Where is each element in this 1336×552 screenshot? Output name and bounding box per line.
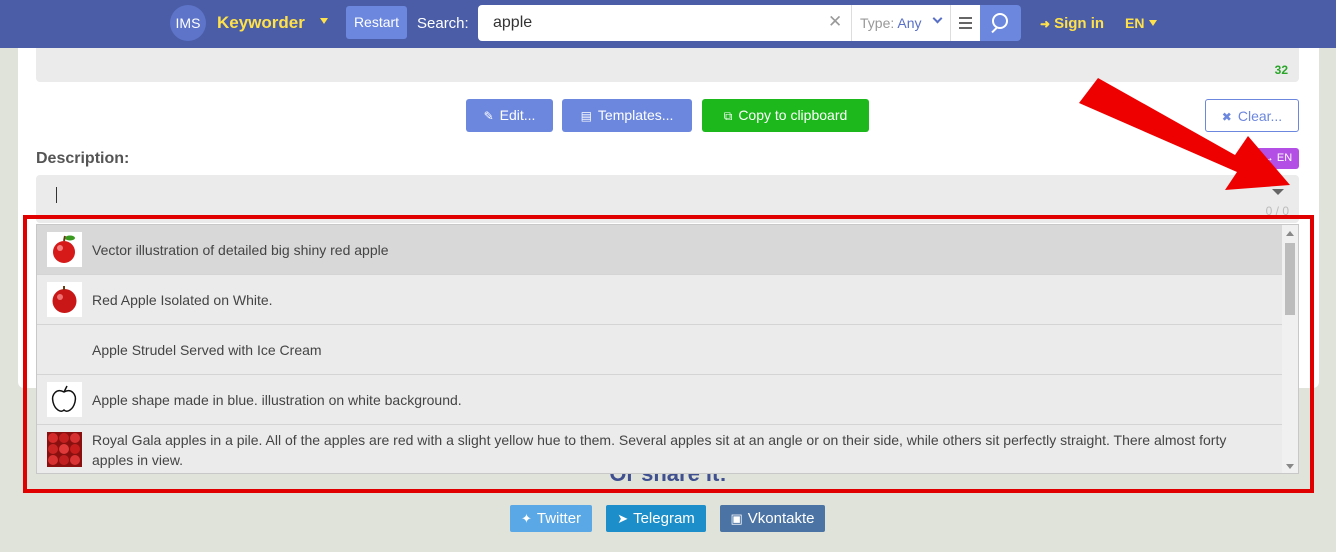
telegram-share-button[interactable]: ➤ Telegram bbox=[606, 505, 706, 532]
edit-label: Edit... bbox=[499, 107, 536, 123]
brand-caret-icon[interactable] bbox=[320, 18, 328, 24]
ims-logo[interactable]: IMS bbox=[170, 5, 206, 41]
keyword-count: 32 bbox=[1274, 63, 1288, 77]
twitter-icon: ✦ bbox=[520, 511, 532, 526]
hamburger-menu-button[interactable] bbox=[950, 5, 980, 41]
type-select[interactable]: Type: Any bbox=[851, 5, 950, 41]
clear-button[interactable]: ✖ Clear... bbox=[1205, 99, 1299, 132]
hamburger-icon bbox=[959, 17, 972, 19]
search-icon bbox=[992, 13, 1008, 29]
sign-in-icon: ➜ bbox=[1040, 17, 1051, 31]
vk-icon: ▣ bbox=[730, 511, 743, 526]
telegram-label: Telegram bbox=[633, 510, 695, 527]
templates-label: Templates... bbox=[597, 107, 674, 123]
highlight-box bbox=[23, 215, 1314, 493]
description-label: Description: bbox=[36, 150, 130, 167]
close-icon: ✖ bbox=[1221, 110, 1232, 124]
pencil-icon: ✎ bbox=[483, 109, 494, 123]
search-input[interactable] bbox=[493, 5, 813, 41]
type-value: Any bbox=[897, 15, 922, 31]
brand-keyworder[interactable]: Keyworder bbox=[217, 13, 305, 33]
twitter-label: Twitter bbox=[536, 510, 582, 527]
caret-down-icon bbox=[1149, 20, 1158, 26]
sign-in-label: Sign in bbox=[1054, 15, 1105, 32]
chevron-down-icon bbox=[932, 13, 943, 24]
copy-to-clipboard-button[interactable]: ⧉ Copy to clipboard bbox=[702, 99, 869, 132]
copy-label: Copy to clipboard bbox=[738, 107, 848, 123]
language-label: EN bbox=[1125, 15, 1145, 31]
search-box: ✕ bbox=[478, 5, 851, 41]
language-select[interactable]: EN bbox=[1125, 15, 1158, 31]
search-label: Search: bbox=[417, 15, 469, 32]
vkontakte-label: Vkontakte bbox=[747, 510, 815, 527]
sign-in-link[interactable]: ➜ Sign in bbox=[1040, 15, 1104, 32]
clear-label: Clear... bbox=[1237, 108, 1283, 124]
translate-to-en-button[interactable]: → EN bbox=[1256, 148, 1299, 169]
edit-button[interactable]: ✎ Edit... bbox=[466, 99, 553, 132]
restart-button[interactable]: Restart bbox=[346, 6, 407, 39]
top-navbar: IMS Keyworder Restart Search: ✕ Type: An… bbox=[0, 0, 1336, 48]
vkontakte-share-button[interactable]: ▣ Vkontakte bbox=[720, 505, 825, 532]
document-icon: ▤ bbox=[580, 109, 592, 123]
type-label: Type: bbox=[860, 15, 895, 31]
search-button[interactable] bbox=[980, 5, 1021, 41]
copy-icon: ⧉ bbox=[723, 109, 733, 123]
text-cursor bbox=[56, 187, 57, 203]
clear-search-icon[interactable]: ✕ bbox=[828, 12, 842, 32]
keywords-field[interactable]: 32 bbox=[36, 48, 1299, 82]
dropdown-arrow-icon[interactable] bbox=[1272, 189, 1284, 195]
telegram-icon: ➤ bbox=[617, 511, 629, 526]
twitter-share-button[interactable]: ✦ Twitter bbox=[510, 505, 592, 532]
templates-button[interactable]: ▤ Templates... bbox=[562, 99, 692, 132]
